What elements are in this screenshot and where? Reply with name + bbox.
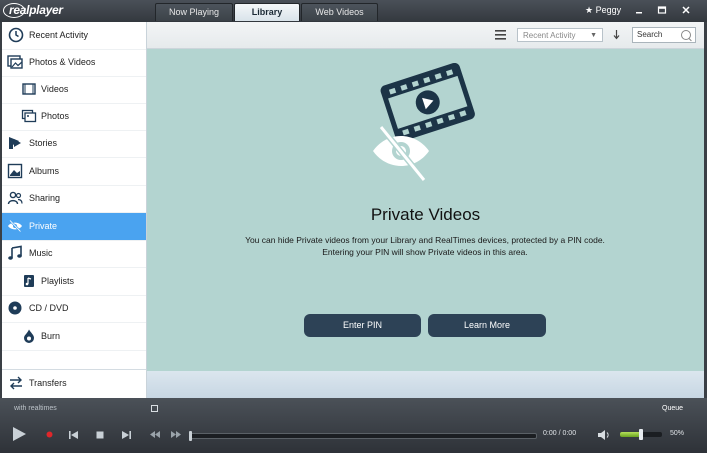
sidebar-item-transfers[interactable]: Transfers — [2, 370, 146, 397]
sidebar-item-label: Videos — [41, 84, 69, 94]
page-title: Private Videos — [370, 205, 481, 224]
sidebar-item-label: CD / DVD — [29, 303, 69, 313]
next-track-icon[interactable] — [122, 431, 131, 439]
sidebar-item-burn[interactable]: Burn — [2, 323, 146, 351]
music-note-icon — [8, 245, 22, 260]
sidebar-item-recent-activity[interactable]: Recent Activity — [2, 22, 146, 50]
sidebar-item-label: Private — [29, 221, 58, 231]
photos-videos-icon — [7, 55, 23, 69]
tab-bar: Now Playing Library Web Videos — [155, 3, 379, 22]
sidebar-item-private[interactable]: Private — [2, 213, 146, 241]
sidebar-item-albums[interactable]: Albums — [2, 158, 146, 186]
mini-mode-icon[interactable] — [151, 405, 158, 412]
title-bar: realplayer Now Playing Library Web Video… — [0, 0, 707, 22]
photo-icon — [21, 109, 37, 123]
library-toolbar: Recent Activity ▼ Search — [147, 22, 704, 49]
sidebar-item-label: Playlists — [41, 276, 75, 286]
enter-pin-button[interactable]: Enter PIN — [304, 314, 421, 337]
player-bar: with realtimes Queue — [0, 398, 707, 453]
stop-icon[interactable] — [96, 431, 104, 439]
tab-web-videos[interactable]: Web Videos — [301, 3, 378, 21]
list-view-icon[interactable] — [495, 30, 506, 40]
disc-icon — [8, 301, 22, 315]
sidebar-item-playlists[interactable]: Playlists — [2, 268, 146, 296]
play-icon[interactable] — [11, 426, 27, 442]
search-placeholder: Search — [637, 30, 663, 39]
sidebar-item-stories[interactable]: Stories — [2, 130, 146, 158]
minimize-icon[interactable] — [633, 5, 645, 16]
user-account[interactable]: ★ Peggy — [585, 5, 621, 16]
sidebar-item-label: Recent Activity — [29, 30, 89, 40]
playlist-icon — [24, 275, 34, 287]
private-videos-panel: Private Videos You can hide Private vide… — [147, 49, 704, 371]
realtimes-branding: with realtimes — [14, 405, 57, 412]
chevron-down-icon: ▼ — [590, 32, 597, 39]
sidebar-item-photos[interactable]: Photos — [2, 103, 146, 131]
transfer-arrows-icon — [10, 376, 22, 390]
tab-now-playing[interactable]: Now Playing — [155, 3, 233, 21]
sidebar-item-label: Stories — [29, 138, 58, 148]
search-input[interactable]: Search — [632, 27, 696, 43]
maximize-icon[interactable] — [656, 5, 668, 16]
sidebar-item-music[interactable]: Music — [2, 240, 146, 268]
close-icon[interactable] — [680, 5, 692, 16]
sidebar-item-videos[interactable]: Videos — [2, 76, 146, 104]
tab-library[interactable]: Library — [234, 3, 300, 21]
sort-dropdown-value: Recent Activity — [523, 31, 576, 40]
clock-icon — [8, 27, 24, 43]
record-icon[interactable] — [46, 431, 53, 438]
private-video-illustration-icon — [373, 63, 475, 182]
sidebar-item-label: Albums — [29, 166, 60, 176]
volume-handle[interactable] — [639, 429, 643, 440]
content-footer — [147, 371, 704, 398]
volume-level: 50% — [670, 430, 685, 437]
sort-direction-icon[interactable] — [613, 30, 620, 40]
volume-fill — [620, 432, 641, 437]
queue-button[interactable]: Queue — [662, 405, 683, 412]
logo-text: realplayer — [9, 3, 63, 17]
sidebar-item-label: Sharing — [29, 193, 61, 203]
playback-time: 0:00 / 0:00 — [543, 430, 577, 437]
rewind-icon[interactable] — [150, 431, 160, 438]
seek-slider[interactable] — [189, 431, 537, 441]
sidebar-item-sharing[interactable]: Sharing — [2, 185, 146, 213]
sidebar-item-label: Burn — [41, 331, 61, 341]
fast-forward-icon[interactable] — [171, 431, 181, 438]
sidebar: Recent Activity Photos & Videos Videos P… — [2, 22, 147, 398]
stories-icon — [9, 137, 21, 149]
volume-slider[interactable] — [620, 429, 662, 440]
volume-icon[interactable] — [598, 430, 610, 440]
sidebar-item-label: Transfers — [29, 378, 67, 388]
sidebar-item-label: Photos — [41, 111, 70, 121]
sort-dropdown[interactable]: Recent Activity ▼ — [517, 28, 603, 42]
private-videos-description: You can hide Private videos from your Li… — [245, 235, 605, 257]
sidebar-item-photos-videos[interactable]: Photos & Videos — [2, 49, 146, 77]
seek-handle[interactable] — [189, 431, 192, 441]
previous-track-icon[interactable] — [69, 431, 78, 439]
eye-slash-icon — [8, 219, 22, 233]
sidebar-item-label: Music — [29, 248, 53, 258]
burn-icon — [24, 329, 34, 343]
people-icon — [7, 191, 23, 205]
film-icon — [22, 83, 36, 95]
sidebar-item-label: Photos & Videos — [29, 57, 96, 67]
search-icon[interactable] — [681, 30, 691, 40]
album-icon — [7, 163, 23, 179]
realplayer-logo[interactable]: realplayer — [3, 3, 70, 18]
learn-more-button[interactable]: Learn More — [428, 314, 546, 337]
sidebar-item-cd-dvd[interactable]: CD / DVD — [2, 295, 146, 323]
